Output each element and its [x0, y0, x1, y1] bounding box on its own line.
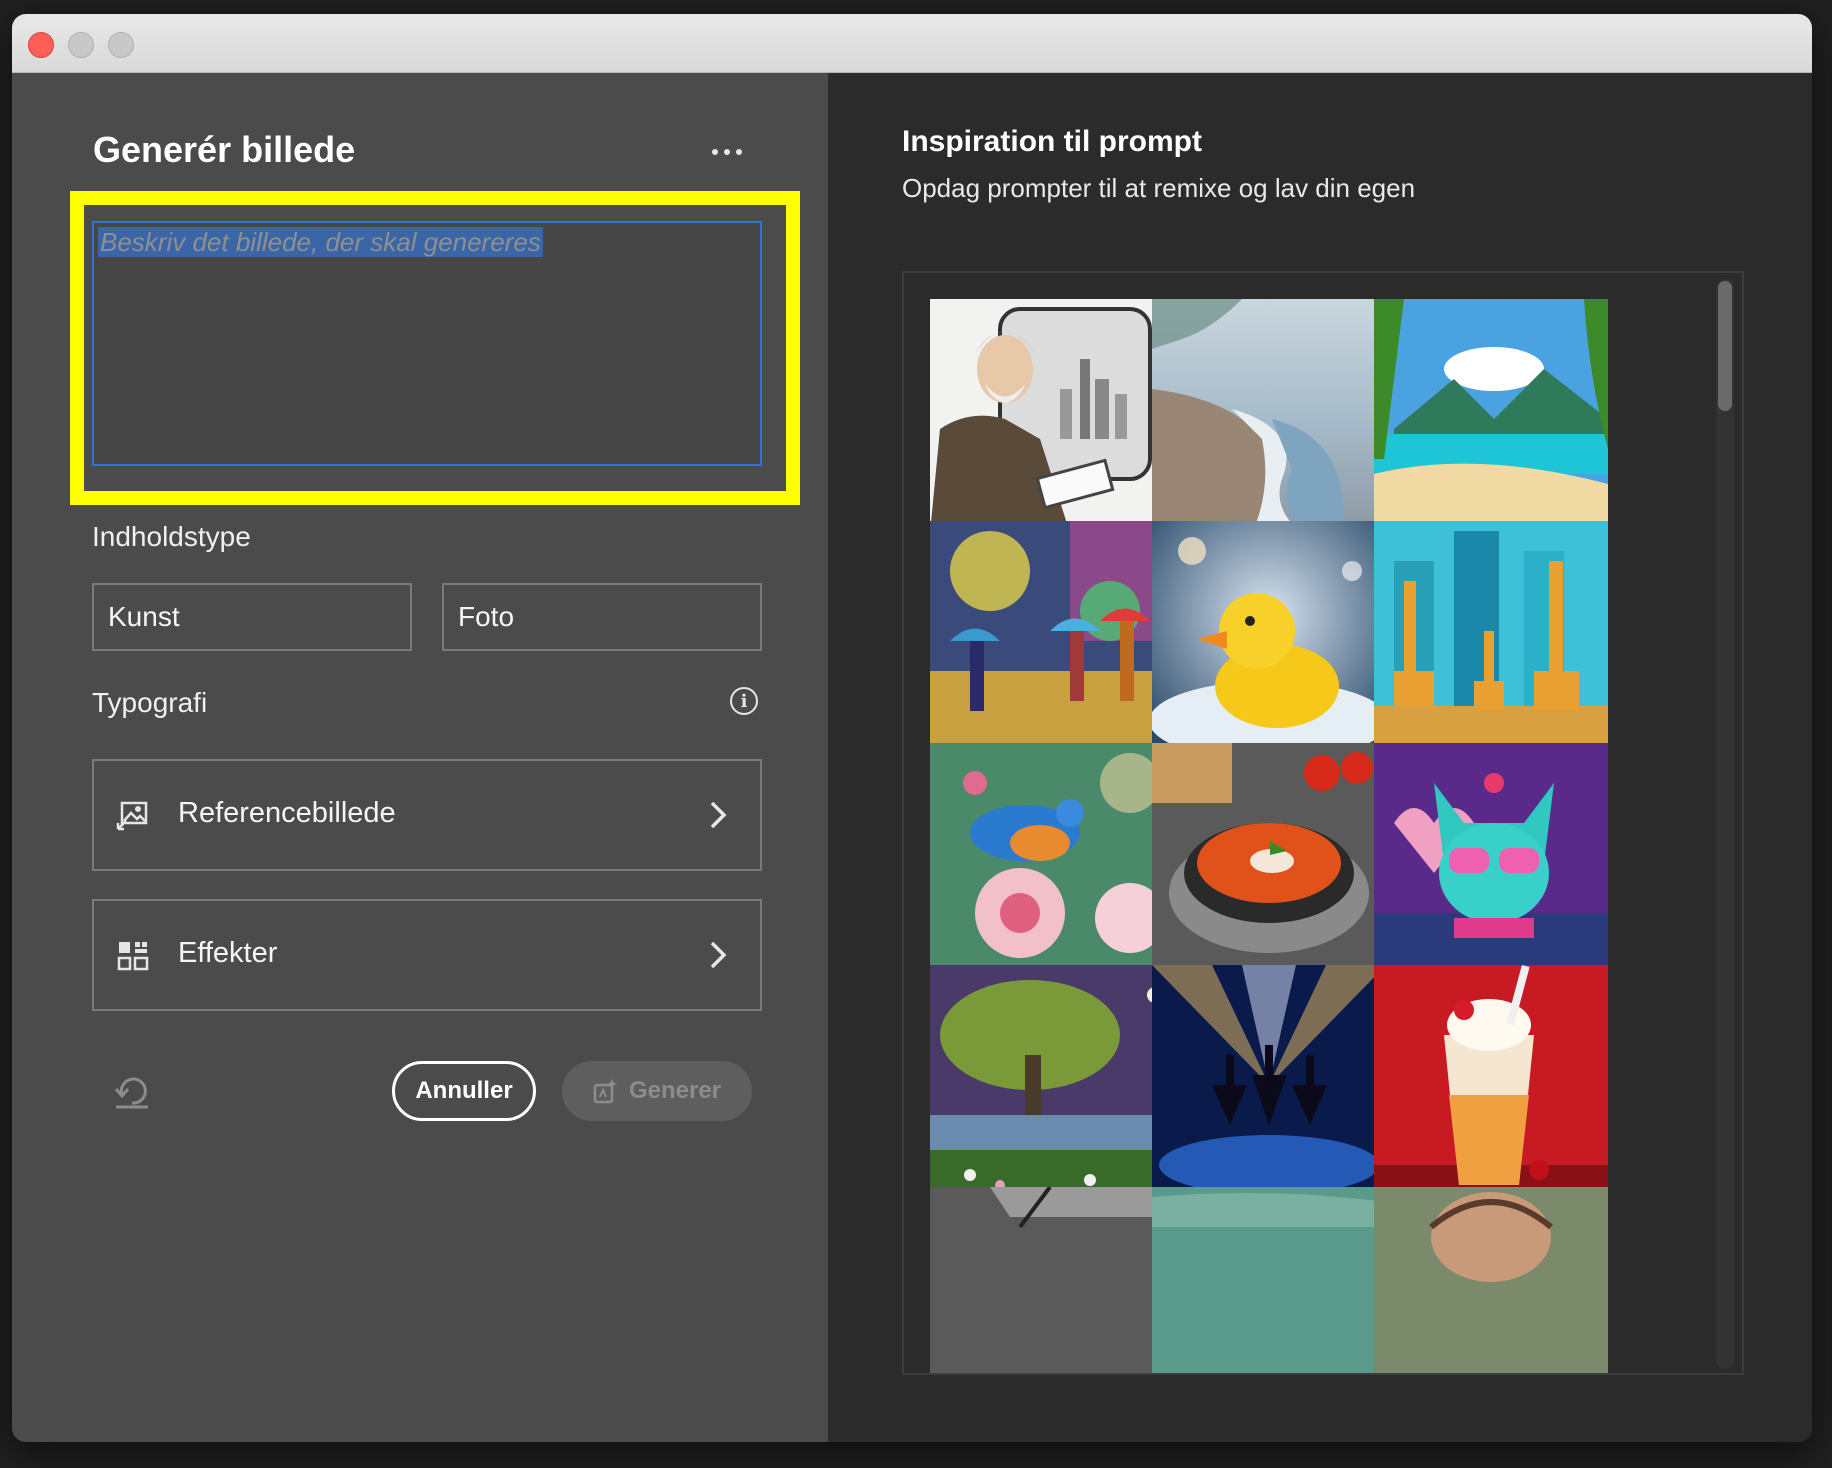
reset-icon[interactable] — [112, 1073, 152, 1109]
app-window: Generér billede Beskriv det billede, der… — [12, 14, 1812, 1442]
prompt-input[interactable]: Beskriv det billede, der skal genereres — [92, 221, 762, 466]
inspiration-thumbnail-bird-roses[interactable] — [930, 743, 1164, 977]
title-bar — [12, 14, 1812, 73]
more-options-button[interactable] — [702, 137, 752, 167]
chevron-right-icon — [710, 941, 727, 969]
inspiration-gallery[interactable] — [902, 271, 1744, 1375]
info-icon[interactable]: i — [730, 687, 758, 715]
desktop: Generér billede Beskriv det billede, der… — [0, 0, 1832, 1468]
generate-button[interactable]: Generer — [562, 1061, 752, 1121]
inspiration-thumbnail-misty-beach[interactable] — [1152, 299, 1386, 533]
more-horizontal-icon — [712, 149, 718, 155]
inspiration-thumbnail-tropical-beach[interactable] — [1374, 299, 1608, 533]
prompt-placeholder: Beskriv det billede, der skal genereres — [98, 227, 543, 257]
inspiration-thumbnail-rubber-duck[interactable] — [1152, 521, 1386, 755]
gallery-scroll-thumb[interactable] — [1718, 281, 1732, 411]
chevron-right-icon — [710, 801, 727, 829]
content-type-label: Indholdstype — [92, 521, 251, 552]
cancel-button[interactable]: Annuller — [392, 1061, 536, 1121]
inspiration-panel: Inspiration til prompt Opdag prompter ti… — [828, 73, 1812, 1442]
inspiration-title: Inspiration til prompt — [902, 125, 1202, 158]
reference-image-row[interactable]: Referencebillede — [92, 759, 762, 871]
effects-grid-icon — [117, 942, 149, 971]
reference-image-label: Referencebillede — [178, 797, 396, 829]
inspiration-thumbnail-giraffes-city[interactable] — [1374, 521, 1608, 755]
minimize-window-button[interactable] — [68, 32, 94, 58]
typography-label: Typografi — [92, 687, 208, 718]
effects-row[interactable]: Effekter — [92, 899, 762, 1011]
inspiration-thumbnail-tomato-soup[interactable] — [1152, 743, 1386, 977]
close-window-button[interactable] — [28, 32, 54, 58]
panel-title: Generér billede — [93, 129, 356, 170]
generate-label: Generer — [628, 1077, 722, 1104]
zoom-window-button[interactable] — [108, 32, 134, 58]
inspiration-thumbnail-portrait[interactable] — [1374, 1187, 1608, 1373]
inspiration-thumbnail-rainy-street[interactable] — [930, 521, 1164, 755]
gallery-scrollbar[interactable] — [1716, 279, 1734, 1369]
inspiration-thumbnail-ocean-ship[interactable] — [1152, 1187, 1386, 1373]
image-reference-icon — [116, 801, 148, 831]
inspiration-thumbnail-milkshake[interactable] — [1374, 965, 1608, 1199]
inspiration-thumbnail-interior[interactable] — [930, 1187, 1164, 1373]
content-type-art-button[interactable]: Kunst — [92, 583, 412, 651]
generate-icon — [593, 1079, 617, 1104]
inspiration-subtitle: Opdag prompter til at remixe og lav din … — [902, 173, 1416, 203]
inspiration-thumbnail-elderly-man-reading[interactable] — [930, 299, 1164, 533]
inspiration-thumbnail-willow-tree[interactable] — [930, 965, 1164, 1199]
generate-panel: Generér billede Beskriv det billede, der… — [12, 73, 828, 1442]
effects-label: Effekter — [178, 937, 278, 969]
inspiration-thumbnail-ballet-stage[interactable] — [1152, 965, 1386, 1199]
content-type-photo-button[interactable]: Foto — [442, 583, 762, 651]
inspiration-thumbnail-neon-dog[interactable] — [1374, 743, 1608, 977]
